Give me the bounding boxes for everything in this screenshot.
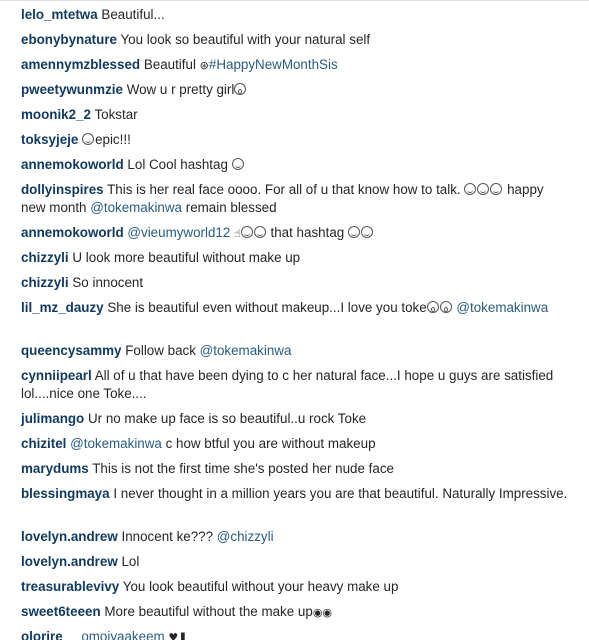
- comment: moonik2_2 Tokstar: [21, 106, 571, 124]
- comment: lelo_mtetwa Beautiful...: [21, 6, 571, 24]
- comment-text: Beautiful: [143, 57, 196, 72]
- comment-username[interactable]: amennymzblessed: [21, 57, 140, 72]
- comment-text: U look more beautiful without make up: [72, 250, 301, 265]
- comment-text: epic!!!: [95, 132, 131, 147]
- comment: pweetywunmzie Wow u r pretty girl: [21, 81, 571, 99]
- comment-text: This is not the first time she's posted …: [92, 461, 394, 476]
- surprised-face-icon: [234, 83, 247, 95]
- smiley-icon: [253, 226, 266, 238]
- comment: marydums This is not the first time she'…: [21, 460, 571, 478]
- comment: lovelyn.andrew Innocent ke??? @chizzyli: [21, 528, 571, 546]
- comment-text: All of u that have been dying to c her n…: [21, 368, 554, 401]
- comment-username[interactable]: blessingmaya: [21, 486, 110, 501]
- comment-text: Ur no make up face is so beautiful..u ro…: [87, 411, 367, 426]
- comment-text[interactable]: omoiyaakeem: [81, 629, 164, 640]
- comment-username[interactable]: dollyinspires: [21, 182, 104, 197]
- mention-link[interactable]: @vieumyworld12: [127, 225, 230, 240]
- comment-username[interactable]: lelo_mtetwa: [21, 7, 98, 22]
- comment-text: Follow back: [125, 343, 196, 358]
- comment-username[interactable]: marydums: [21, 461, 89, 476]
- surprised-face-icon: [439, 301, 452, 313]
- comment-text: So innocent: [72, 275, 144, 290]
- comment: lovelyn.andrew Lol: [21, 553, 571, 571]
- comment-text: Beautiful...: [101, 7, 165, 22]
- comment: chizitel @tokemakinwa c how btful you ar…: [21, 435, 571, 453]
- comment-username[interactable]: annemokoworld: [21, 157, 124, 172]
- top-divider: [0, 0, 589, 1]
- comment: chizzyli So innocent: [21, 274, 571, 292]
- comment-username[interactable]: annemokoworld: [21, 225, 124, 240]
- smiley-icon: [360, 226, 373, 238]
- comment-username[interactable]: ebonybynature: [21, 32, 117, 47]
- comment-text: You look so beautiful with your natural …: [120, 32, 371, 47]
- comment: treasurablevivy You look beautiful witho…: [21, 578, 571, 596]
- comment: lil_mz_dauzy She is beautiful even witho…: [21, 299, 571, 317]
- comment-username[interactable]: treasurablevivy: [21, 579, 119, 594]
- comment-text: Innocent ke???: [121, 529, 214, 544]
- comment: sweet6teeen More beautiful without the m…: [21, 603, 571, 622]
- comment-text: More beautiful without the make up: [104, 604, 313, 619]
- mention-link[interactable]: @tokemakinwa: [200, 343, 292, 358]
- comment: annemokoworld Lol Cool hashtag: [21, 156, 571, 174]
- comment: blessingmaya I never thought in a millio…: [21, 485, 571, 503]
- comment-username[interactable]: queencysammy: [21, 343, 121, 358]
- comment-text: Wow u r pretty girl: [126, 82, 235, 97]
- hashtag-link[interactable]: #HappyNewMonthSis: [209, 57, 338, 72]
- comment-username[interactable]: chizzyli: [21, 250, 69, 265]
- comment-username[interactable]: cynniipearl: [21, 368, 92, 383]
- hand-icon: ☝: [234, 227, 241, 240]
- comment: cynniipearl All of u that have been dyin…: [21, 367, 571, 403]
- smiley-icon: [240, 226, 253, 238]
- comment: annemokoworld @vieumyworld12 ☝ that hash…: [21, 224, 571, 243]
- smiley-icon: [464, 183, 477, 195]
- comment-username[interactable]: toksyjeje: [21, 132, 78, 147]
- smiley-icon: [477, 183, 490, 195]
- comment-text: c how btful you are without makeup: [165, 436, 376, 451]
- comment-username[interactable]: lil_mz_dauzy: [21, 300, 104, 315]
- comment-username[interactable]: chizzyli: [21, 275, 69, 290]
- comment: julimango Ur no make up face is so beaut…: [21, 410, 571, 428]
- comment-text: Tokstar: [94, 107, 138, 122]
- comment-username[interactable]: lovelyn.andrew: [21, 554, 118, 569]
- comment-text: remain blessed: [185, 200, 277, 215]
- comment-username[interactable]: lovelyn.andrew: [21, 529, 118, 544]
- comment-text: that hashtag: [270, 225, 345, 240]
- comment-username[interactable]: olorire__: [21, 629, 78, 640]
- mention-link[interactable]: @tokemakinwa: [70, 436, 162, 451]
- comment-text: You look beautiful without your heavy ma…: [122, 579, 399, 594]
- smiley-icon: [231, 158, 244, 170]
- mention-link[interactable]: @chizzyli: [217, 529, 274, 544]
- smiley-icon: [490, 183, 503, 195]
- lips-icon: ◉◉: [312, 606, 333, 619]
- comment-text: Lol: [121, 554, 140, 569]
- comment: olorire__ omoiyaakeem ♥❚: [21, 628, 571, 640]
- smiley-icon: [82, 133, 95, 145]
- surprised-face-icon: [426, 301, 439, 313]
- comments-feed: lelo_mtetwa Beautiful... ebonybynature Y…: [0, 0, 589, 640]
- comment-username[interactable]: moonik2_2: [21, 107, 91, 122]
- comment: toksyjeje epic!!!: [21, 131, 571, 149]
- comment-text: I never thought in a million years you a…: [113, 486, 568, 501]
- eye-icon: ⊛: [199, 59, 209, 72]
- comment: amennymzblessed Beautiful ⊛#HappyNewMont…: [21, 56, 571, 75]
- comment-text: This is her real face oooo. For all of u…: [107, 182, 461, 197]
- comment-text: Lol Cool hashtag: [127, 157, 228, 172]
- comment-text: She is beautiful even without makeup...I…: [107, 300, 427, 315]
- mention-link[interactable]: @tokemakinwa: [456, 300, 548, 315]
- comment-username[interactable]: sweet6teeen: [21, 604, 101, 619]
- comment-username[interactable]: julimango: [21, 411, 84, 426]
- mention-link[interactable]: @tokemakinwa: [90, 200, 182, 215]
- comment: chizzyli U look more beautiful without m…: [21, 249, 571, 267]
- comment: dollyinspires This is her real face oooo…: [21, 181, 571, 217]
- comment-username[interactable]: chizitel: [21, 436, 66, 451]
- comment-username[interactable]: pweetywunmzie: [21, 82, 123, 97]
- smiley-icon: [347, 226, 360, 238]
- comment: ebonybynature You look so beautiful with…: [21, 31, 571, 49]
- comment: queencysammy Follow back @tokemakinwa: [21, 342, 571, 360]
- heart-icon: ♥❚: [168, 631, 188, 640]
